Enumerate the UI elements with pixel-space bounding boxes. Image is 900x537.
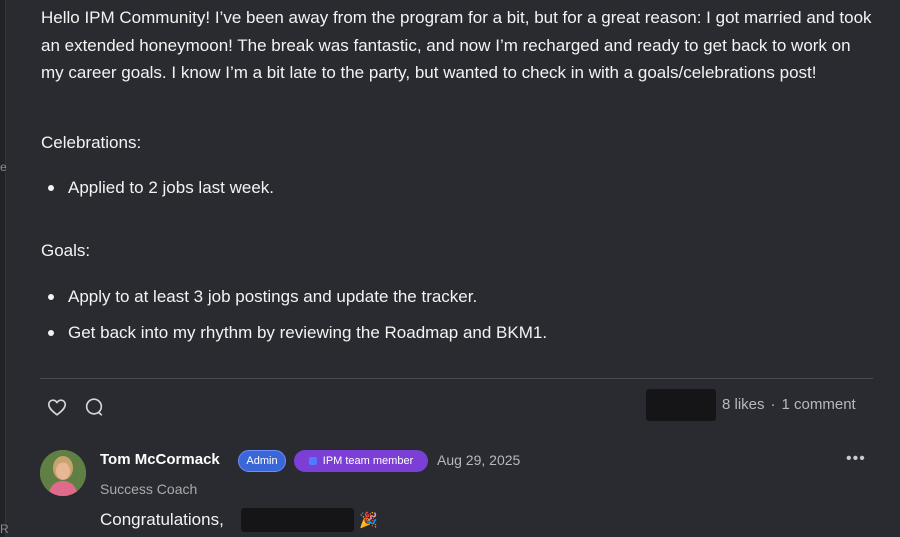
redacted-avatars	[646, 389, 716, 421]
comment-author-name[interactable]: Tom McCormack	[100, 451, 220, 468]
post-body: Hello IPM Community! I’ve been away from…	[41, 4, 873, 87]
team-member-badge-label: IPM team member	[322, 455, 414, 467]
comments-count[interactable]: 1 comment	[782, 396, 856, 413]
edge-glyph-bottom: R	[0, 522, 9, 536]
divider	[40, 378, 873, 379]
celebration-item-text: Applied to 2 jobs last week.	[68, 178, 275, 197]
comment-body: Congratulations,	[100, 510, 224, 529]
left-edge-strip	[0, 0, 6, 537]
likes-count[interactable]: 8 likes	[722, 396, 765, 413]
goal-item-text: Apply to at least 3 job postings and upd…	[68, 287, 478, 306]
party-popper-icon: 🎉	[359, 512, 378, 529]
engagement-stats: 8 likes · 1 comment	[722, 396, 856, 413]
goal-item: Get back into my rhythm by reviewing the…	[48, 323, 547, 343]
comment-date: Aug 29, 2025	[437, 452, 521, 468]
bullet-dot	[48, 185, 54, 191]
comment-bubble-icon[interactable]	[83, 396, 105, 418]
bullet-dot	[48, 330, 54, 336]
goal-item-text: Get back into my rhythm by reviewing the…	[68, 323, 548, 342]
redacted-mention	[241, 508, 354, 532]
goal-item: Apply to at least 3 job postings and upd…	[48, 287, 477, 307]
edge-glyph-top: e	[0, 160, 7, 174]
team-flag-icon	[308, 457, 317, 465]
team-member-badge: IPM team member	[294, 450, 428, 472]
more-horizontal-icon[interactable]: •••	[846, 450, 866, 468]
bullet-dot	[48, 294, 54, 300]
post-intro-paragraph: Hello IPM Community! I’ve been away from…	[41, 8, 872, 82]
celebration-item: Applied to 2 jobs last week.	[48, 178, 274, 198]
goals-label: Goals:	[41, 241, 91, 260]
comment-author-role: Success Coach	[100, 481, 198, 497]
stats-separator: ·	[770, 396, 776, 413]
avatar-image	[40, 450, 86, 496]
avatar[interactable]	[40, 450, 86, 496]
admin-badge: Admin	[238, 450, 286, 472]
heart-icon[interactable]	[46, 396, 68, 418]
celebrations-label: Celebrations:	[41, 133, 142, 152]
